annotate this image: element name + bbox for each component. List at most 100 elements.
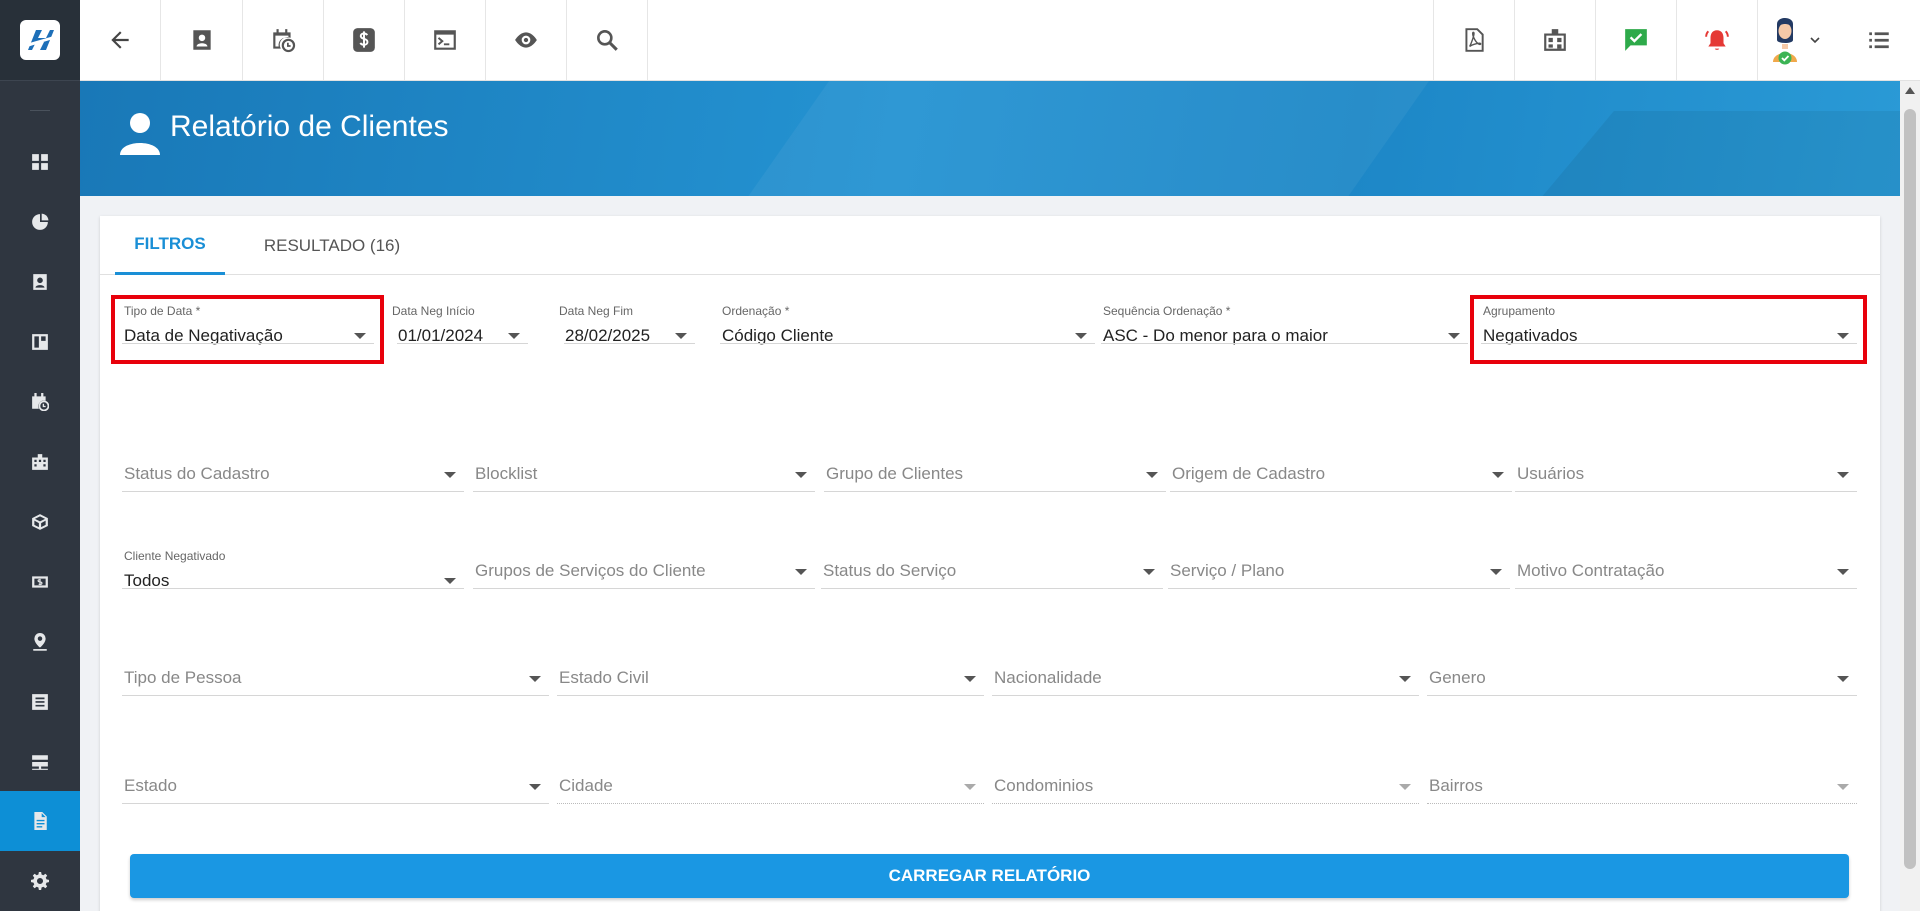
servico-plano-placeholder: Serviço / Plano: [1170, 561, 1285, 580]
cliente-negativado-label: Cliente Negativado: [124, 549, 226, 563]
genero-select[interactable]: Genero: [1427, 666, 1857, 696]
clients-button[interactable]: [162, 0, 243, 80]
data-fim-field[interactable]: Data Neg Fim 28/02/2025: [557, 304, 695, 345]
back-arrow-icon: [111, 31, 129, 49]
tab-bar: FILTROS RESULTADO (16): [100, 216, 1880, 275]
menu-button[interactable]: [1838, 0, 1919, 80]
sidebar-item-clients[interactable]: [0, 252, 80, 312]
grupos-servicos-placeholder: Grupos de Serviços do Cliente: [475, 561, 706, 580]
user-menu-button[interactable]: [1757, 0, 1838, 80]
usuarios-select[interactable]: Usuários: [1515, 462, 1857, 492]
data-fim-label: Data Neg Fim: [559, 304, 634, 318]
motivo-contratacao-select[interactable]: Motivo Contratação: [1515, 559, 1857, 589]
tab-resultado[interactable]: RESULTADO (16): [242, 216, 422, 275]
ordenacao-label: Ordenação *: [722, 304, 790, 318]
messages-button[interactable]: [1595, 0, 1676, 80]
estado-civil-select[interactable]: Estado Civil: [557, 666, 984, 696]
highlight-agrupamento: [1470, 295, 1867, 364]
sidebar-item-settings[interactable]: [0, 851, 80, 911]
estado-civil-placeholder: Estado Civil: [559, 668, 649, 687]
terminal-icon: [434, 30, 456, 50]
cube-icon: [32, 514, 48, 530]
estado-select[interactable]: Estado: [122, 774, 549, 804]
contact-card-icon: [193, 30, 211, 50]
contact-card-icon: [33, 274, 47, 290]
condominios-placeholder: Condominios: [994, 776, 1094, 795]
origem-cadastro-select[interactable]: Origem de Cadastro: [1170, 462, 1512, 492]
usuarios-placeholder: Usuários: [1517, 464, 1585, 483]
servico-plano-select[interactable]: Serviço / Plano: [1168, 559, 1510, 589]
sidebar-divider: [30, 110, 50, 111]
sidebar-item-reports[interactable]: [0, 192, 80, 252]
bairros-placeholder: Bairros: [1429, 776, 1483, 795]
grupo-clientes-select[interactable]: Grupo de Clientes: [824, 462, 1166, 492]
status-cadastro-placeholder: Status do Cadastro: [124, 464, 270, 483]
calendar-clock-icon: [273, 29, 296, 53]
status-servico-select[interactable]: Status do Serviço: [821, 559, 1163, 589]
pdf-icon: [1465, 28, 1484, 52]
tab-filtros[interactable]: FILTROS: [115, 216, 225, 275]
cidade-select[interactable]: Cidade: [557, 774, 984, 804]
building-icon: [1544, 29, 1566, 51]
schedule-button[interactable]: [243, 0, 324, 80]
cliente-negativado-select[interactable]: Cliente Negativado Todos: [122, 549, 464, 590]
map-pin-icon: [33, 633, 47, 651]
page-title: Relatório de Clientes: [170, 110, 449, 143]
pdf-button[interactable]: [1433, 0, 1514, 80]
app-logo[interactable]: [0, 0, 80, 81]
cidade-placeholder: Cidade: [559, 776, 613, 795]
nacionalidade-placeholder: Nacionalidade: [994, 668, 1102, 687]
scroll-up-arrow[interactable]: [1905, 87, 1915, 94]
sidebar-item-maps[interactable]: [0, 612, 80, 672]
page-header: Relatório de Clientes: [80, 81, 1900, 196]
list-menu-icon: [1868, 32, 1889, 49]
report-card: FILTROS RESULTADO (16) Tipo de Data * Da…: [100, 216, 1880, 911]
view-button[interactable]: [486, 0, 567, 80]
dollar-icon: [353, 28, 375, 52]
page-scrollbar[interactable]: [1900, 81, 1920, 911]
company-button[interactable]: [1514, 0, 1595, 80]
avatar: [1773, 18, 1797, 65]
sidebar-item-servers[interactable]: [0, 732, 80, 792]
bairros-select[interactable]: Bairros: [1427, 774, 1857, 804]
back-button[interactable]: [80, 0, 161, 80]
sequencia-select[interactable]: Sequência Ordenação * ASC - Do menor par…: [1101, 304, 1468, 345]
sidebar-item-schedule[interactable]: [0, 372, 80, 432]
calendar-clock-icon: [32, 393, 49, 411]
document-icon: [34, 812, 47, 830]
chat-check-icon: [1625, 29, 1647, 51]
money-icon: [32, 576, 48, 588]
sidebar-item-list[interactable]: [0, 672, 80, 732]
search-icon: [597, 30, 618, 51]
pie-chart-icon: [32, 213, 49, 230]
genero-placeholder: Genero: [1429, 668, 1486, 687]
user-icon: [120, 113, 160, 155]
sidebar-item-company[interactable]: [0, 432, 80, 492]
status-cadastro-select[interactable]: Status do Cadastro: [122, 462, 464, 492]
nacionalidade-select[interactable]: Nacionalidade: [992, 666, 1419, 696]
sequencia-label: Sequência Ordenação *: [1103, 304, 1231, 318]
sidebar-item-financial[interactable]: [0, 552, 80, 612]
sidebar: [0, 0, 80, 911]
ordenacao-select[interactable]: Ordenação * Código Cliente: [720, 304, 1095, 345]
load-report-button[interactable]: CARREGAR RELATÓRIO: [130, 854, 1849, 898]
sidebar-item-products[interactable]: [0, 492, 80, 552]
scroll-thumb[interactable]: [1904, 109, 1916, 869]
logo-icon: [20, 20, 60, 60]
search-button[interactable]: [567, 0, 648, 80]
dashboard-icon: [32, 154, 48, 170]
grupos-servicos-select[interactable]: Grupos de Serviços do Cliente: [473, 559, 815, 589]
data-inicio-field[interactable]: Data Neg Início 01/01/2024: [390, 304, 528, 345]
sidebar-item-documents[interactable]: [0, 791, 80, 851]
sidebar-item-dashboard[interactable]: [0, 132, 80, 192]
alerts-button[interactable]: [1676, 0, 1757, 80]
sidebar-item-board[interactable]: [0, 312, 80, 372]
terminal-button[interactable]: [405, 0, 486, 80]
alarm-icon: [1705, 30, 1729, 50]
server-icon: [32, 755, 48, 770]
tipo-pessoa-select[interactable]: Tipo de Pessoa: [122, 666, 549, 696]
condominios-select[interactable]: Condominios: [992, 774, 1419, 804]
financial-button[interactable]: [324, 0, 405, 80]
building-icon: [32, 454, 48, 470]
blocklist-select[interactable]: Blocklist: [473, 462, 815, 492]
